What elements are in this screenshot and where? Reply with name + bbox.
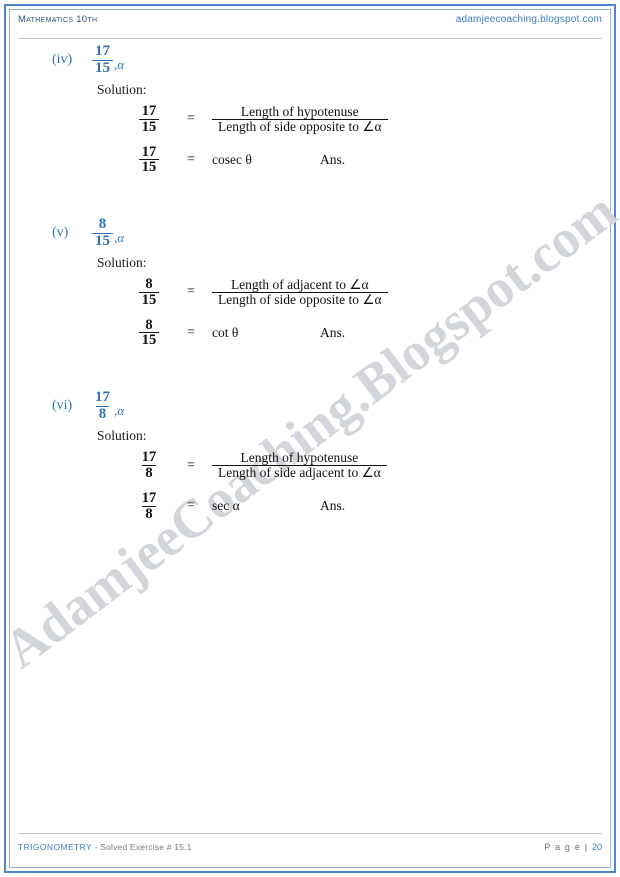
fraction: Length of hypotenuse Length of side adja…: [212, 451, 387, 480]
fraction-denominator: 8: [142, 505, 156, 522]
answer-word: Ans.: [320, 498, 346, 514]
problem-angle-label: ,α: [114, 229, 125, 245]
equals-sign: =: [187, 151, 195, 167]
problem-heading: (vi) 17 8 ,α: [0, 386, 620, 426]
answer-row: 17 15 = cosec θ Ans.: [0, 143, 620, 176]
page-number: 20: [591, 842, 602, 852]
equation-right-side: Length of hypotenuse Length of side adja…: [212, 451, 387, 480]
equation-left-side: 8 15: [128, 316, 170, 349]
fraction-numerator: Length of adjacent to ∠α: [230, 277, 369, 293]
equation-right-side: Length of adjacent to ∠α Length of side …: [212, 278, 388, 307]
fraction-denominator: 15: [138, 118, 160, 135]
header-website-url: adamjeecoaching.blogspot.com: [455, 14, 602, 25]
fraction-numerator: Length of hypotenuse: [240, 450, 359, 466]
answer-row: 8 15 = cot θ Ans.: [0, 316, 620, 349]
document-page: AdamjeeCoaching.Blogspot.com Mathematics…: [0, 0, 620, 877]
fraction: 17 8: [92, 390, 113, 422]
page-header: Mathematics 10th adamjeecoaching.blogspo…: [18, 14, 602, 39]
problem-heading: (iv) 17 15 ,α: [0, 40, 620, 80]
fraction-numerator: 17: [141, 143, 157, 160]
problem-item: (vi) 17 8 ,α Solution: 17 8 = Length of …: [0, 386, 620, 521]
fraction-denominator: 15: [138, 332, 160, 348]
fraction: 8 15: [138, 276, 160, 308]
footer-chapter-info: TRIGONOMETRY - Solved Exercise # 15.1: [18, 842, 192, 852]
fraction-numerator: 8: [145, 316, 153, 333]
fraction: 17 15: [138, 143, 160, 176]
equation-left-side: 17 8: [128, 450, 170, 481]
problem-item: (iv) 17 15 ,α Solution: 17 15 = Length o…: [0, 40, 620, 175]
page-label: P a g e |: [544, 842, 592, 852]
fraction-denominator: Length of side opposite to ∠α: [212, 291, 388, 307]
answer-value: sec α: [212, 498, 240, 514]
fraction-numerator: 8: [98, 216, 107, 233]
equals-sign: =: [187, 111, 195, 127]
answer-row: 17 8 = sec α Ans.: [0, 491, 620, 522]
header-subject-title: Mathematics 10th: [18, 14, 98, 25]
fraction-denominator: 15: [138, 291, 160, 308]
equation-left-side: 17 15: [128, 143, 170, 176]
problem-heading: (v) 8 15 ,α: [0, 213, 620, 253]
fraction: 17 8: [139, 491, 160, 522]
fraction-numerator: 17: [141, 103, 157, 119]
equals-sign: =: [187, 324, 195, 340]
fraction: Length of adjacent to ∠α Length of side …: [212, 278, 388, 307]
fraction: 17 15: [138, 103, 160, 135]
problem-number: (iv): [52, 52, 73, 67]
fraction-numerator: 17: [95, 389, 110, 406]
fraction-denominator: 15: [138, 159, 160, 175]
problem-number: (vi): [52, 398, 73, 414]
problem-item: (v) 8 15 ,α Solution: 8 15 = Length of a…: [0, 213, 620, 348]
fraction-denominator: 15: [92, 59, 113, 76]
fraction: 17 15: [92, 43, 113, 76]
footer-exercise-label: - Solved Exercise # 15.1: [92, 842, 192, 852]
answer-value: cosec θ: [212, 151, 252, 167]
equation-left-side: 17 15: [128, 104, 170, 135]
problem-expression: 17 15 ,α: [92, 43, 125, 76]
fraction-numerator: 17: [141, 489, 157, 506]
fraction-numerator: 17: [95, 43, 110, 60]
fraction-denominator: 8: [142, 465, 156, 481]
equation-right-side: Length of hypotenuse Length of side oppo…: [212, 105, 388, 134]
fraction-numerator: Length of hypotenuse: [240, 104, 359, 120]
equals-sign: =: [187, 457, 195, 473]
fraction-numerator: 17: [141, 449, 157, 466]
problem-expression: 8 15 ,α: [92, 217, 124, 249]
equals-sign: =: [187, 498, 195, 514]
equation-row: 8 15 = Length of adjacent to ∠α Length o…: [0, 277, 620, 308]
solution-label: Solution:: [97, 82, 147, 97]
answer-value: cot θ: [212, 324, 239, 340]
problem-number: (v): [52, 225, 69, 241]
page-content: (iv) 17 15 ,α Solution: 17 15 = Length o…: [0, 40, 620, 521]
fraction-denominator: Length of side opposite to ∠α: [212, 118, 388, 134]
fraction-denominator: Length of side adjacent to ∠α: [212, 465, 387, 480]
fraction-numerator: 8: [145, 276, 153, 293]
problem-angle-label: ,α: [114, 403, 125, 419]
problem-expression: 17 8 ,α: [92, 390, 124, 422]
answer-word: Ans.: [320, 151, 346, 167]
footer-chapter-title: TRIGONOMETRY: [18, 842, 93, 852]
page-footer: TRIGONOMETRY - Solved Exercise # 15.1 P …: [18, 833, 602, 857]
footer-page-indicator: P a g e | 20: [544, 842, 602, 852]
problem-angle-label: ,α: [114, 56, 125, 72]
fraction: Length of hypotenuse Length of side oppo…: [212, 105, 388, 134]
answer-word: Ans.: [320, 324, 346, 340]
fraction: 8 15: [92, 217, 113, 249]
fraction-denominator: 8: [95, 405, 110, 422]
equation-row: 17 15 = Length of hypotenuse Length of s…: [0, 104, 620, 135]
fraction: 17 8: [139, 450, 160, 481]
equals-sign: =: [187, 284, 195, 300]
equation-row: 17 8 = Length of hypotenuse Length of si…: [0, 450, 620, 481]
equation-left-side: 8 15: [128, 277, 170, 308]
solution-label: Solution:: [97, 428, 147, 444]
equation-left-side: 17 8: [128, 491, 170, 522]
fraction-denominator: 15: [92, 232, 113, 249]
solution-label: Solution:: [97, 255, 147, 271]
fraction: 8 15: [138, 316, 160, 349]
